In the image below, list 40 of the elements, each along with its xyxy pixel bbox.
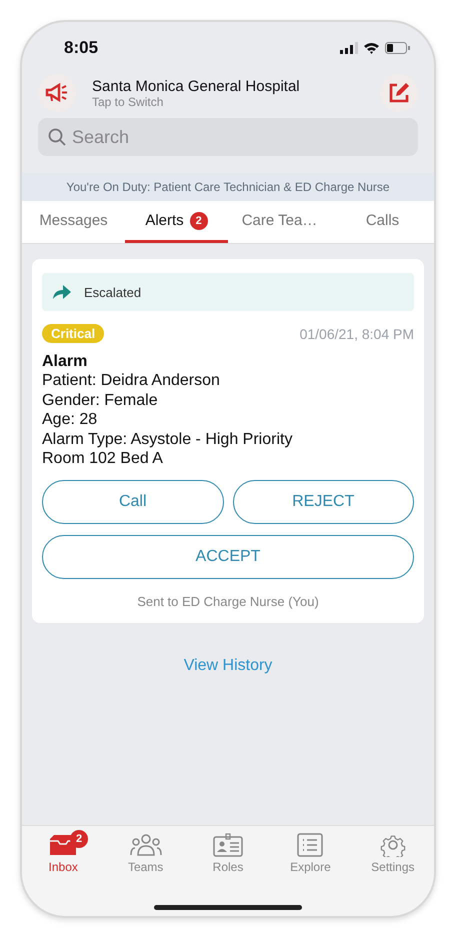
duty-status: You're On Duty: Patient Care Technician & ED Charge Nurse [66,180,390,194]
priority-badge: Critical [42,324,104,343]
count-badge: 2 [190,212,208,230]
recipient-note: Sent to ED Charge Nurse (You) [136,594,320,608]
tab[interactable]: Messages [22,201,125,243]
alert-title: Alarm [42,353,88,371]
action-button[interactable]: ACCEPT [42,534,414,578]
alert-detail: Patient: Deidra Anderson [42,371,221,390]
action-button[interactable]: Call [42,480,224,524]
forward-arrow-icon [52,284,72,300]
alert-detail: Gender: Female [42,390,159,410]
id-card-icon [212,833,244,857]
tab-bar-item[interactable]: Explore [269,832,352,875]
compose-button[interactable] [380,74,418,112]
tab[interactable]: Alerts 2 [125,201,228,243]
search-field[interactable]: Search [38,118,418,156]
megaphone-icon [45,83,69,103]
count-badge: 2 [70,830,88,848]
signal-icon [340,42,358,54]
status-text: Escalated [84,284,142,300]
tab-bar-item[interactable]: Teams [104,832,187,875]
battery-icon [385,42,410,54]
action-button[interactable]: REJECT [232,480,414,524]
tab-bar-item[interactable]: Inbox 2 [22,832,104,875]
tab-bar-item[interactable]: Settings [352,832,434,875]
megaphone-button[interactable] [38,74,76,112]
alert-detail: Room 102 Bed A [42,449,164,468]
hospital-name[interactable]: Santa Monica General Hospital [92,78,364,94]
tab-bar-item[interactable]: Roles [186,832,270,875]
people-icon [130,833,162,857]
alert-detail: Alarm Type: Asystole - High Priority [42,430,294,449]
alert-detail: Age: 28 [42,410,98,430]
switch-hint: Tap to Switch [92,94,164,108]
status-time: 8:05 [64,38,98,58]
view-history-link[interactable]: View History [184,656,272,674]
tab[interactable]: Calls [331,201,434,243]
compose-icon [388,82,410,104]
alert-time: 01/06/21, 8:04 PM [300,326,414,342]
wifi-icon [363,42,380,54]
tab[interactable]: Care Tea… [228,201,331,243]
